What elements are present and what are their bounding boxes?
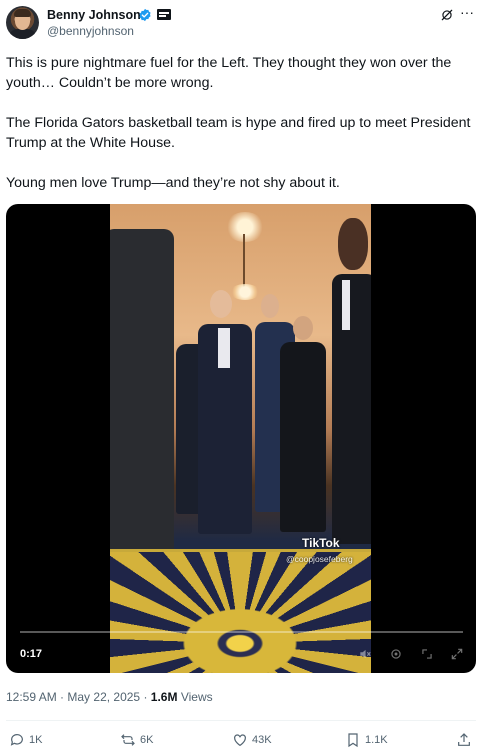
author-handle[interactable]: @bennyjohnson (47, 24, 134, 39)
person-left-foreground (110, 229, 174, 559)
shirt-center (218, 328, 230, 368)
share-icon (458, 733, 470, 746)
video-elapsed-time: 0:17 (20, 648, 43, 660)
video-progress-bar[interactable] (20, 631, 463, 633)
settings-icon[interactable] (389, 647, 403, 661)
meta-separator: · (143, 690, 148, 704)
tweet-time[interactable]: 12:59 AM (6, 690, 57, 704)
repost-button[interactable]: 6K (120, 729, 153, 751)
avatar-hair (14, 9, 31, 17)
fullscreen-minimize-icon[interactable] (420, 647, 434, 661)
like-count: 43K (252, 734, 272, 746)
tweet-paragraph-3: Young men love Trump—and they’re not shy… (6, 175, 340, 191)
meta-separator: · (60, 690, 65, 704)
reply-icon (10, 734, 23, 746)
views-count: 1.6M (150, 690, 178, 704)
bookmark-icon (348, 733, 358, 748)
volume-icon[interactable] (358, 647, 372, 661)
avatar-suit (8, 29, 37, 39)
more-options-icon[interactable]: ··· (460, 5, 476, 21)
bookmark-count: 1.1K (365, 734, 388, 746)
head-right-center (261, 294, 279, 318)
reply-button[interactable]: 1K (9, 729, 42, 751)
tiktok-handle: @coopjosefeberg (286, 554, 353, 564)
action-bar: 1K 6K 43K 1.1K (0, 729, 482, 751)
share-button[interactable] (456, 729, 472, 751)
verified-badge-icon (139, 8, 151, 22)
tweet-paragraph-2: The Florida Gators basketball team is hy… (6, 115, 471, 151)
like-button[interactable]: 43K (232, 729, 272, 751)
shirt-right (342, 280, 350, 330)
head-center (210, 290, 232, 318)
rug (110, 549, 371, 673)
heart-icon (234, 734, 246, 747)
head-black-shirt (293, 316, 313, 340)
reply-count: 1K (29, 734, 43, 746)
tweet-date[interactable]: May 22, 2025 (67, 690, 140, 704)
person-right-foreground (332, 274, 371, 544)
tiktok-logo: TikTok (302, 536, 340, 550)
fullscreen-icon[interactable] (450, 647, 464, 661)
repost-count: 6K (140, 734, 154, 746)
chandelier-lights (230, 284, 260, 300)
divider (6, 720, 476, 721)
video-frame (110, 204, 371, 673)
media-affiliation-icon[interactable] (157, 9, 171, 20)
grok-icon[interactable] (440, 8, 454, 22)
avatar[interactable] (6, 6, 39, 39)
video-player[interactable]: TikTok @coopjosefeberg 0:17 (6, 204, 476, 673)
tweet-meta: 12:59 AM · May 22, 2025 · 1.6M Views (6, 690, 213, 705)
head-right-foreground (338, 218, 368, 270)
views-label: Views (180, 690, 213, 704)
person-black-shirt (280, 342, 326, 532)
bookmark-button[interactable]: 1.1K (345, 729, 388, 751)
tweet-header: Benny Johnson @bennyjohnson ··· (0, 0, 482, 50)
tweet-paragraph-1: This is pure nightmare fuel for the Left… (6, 55, 452, 91)
ceiling-light (225, 212, 265, 242)
repost-icon (121, 734, 135, 746)
author-display-name[interactable]: Benny Johnson (47, 7, 141, 23)
